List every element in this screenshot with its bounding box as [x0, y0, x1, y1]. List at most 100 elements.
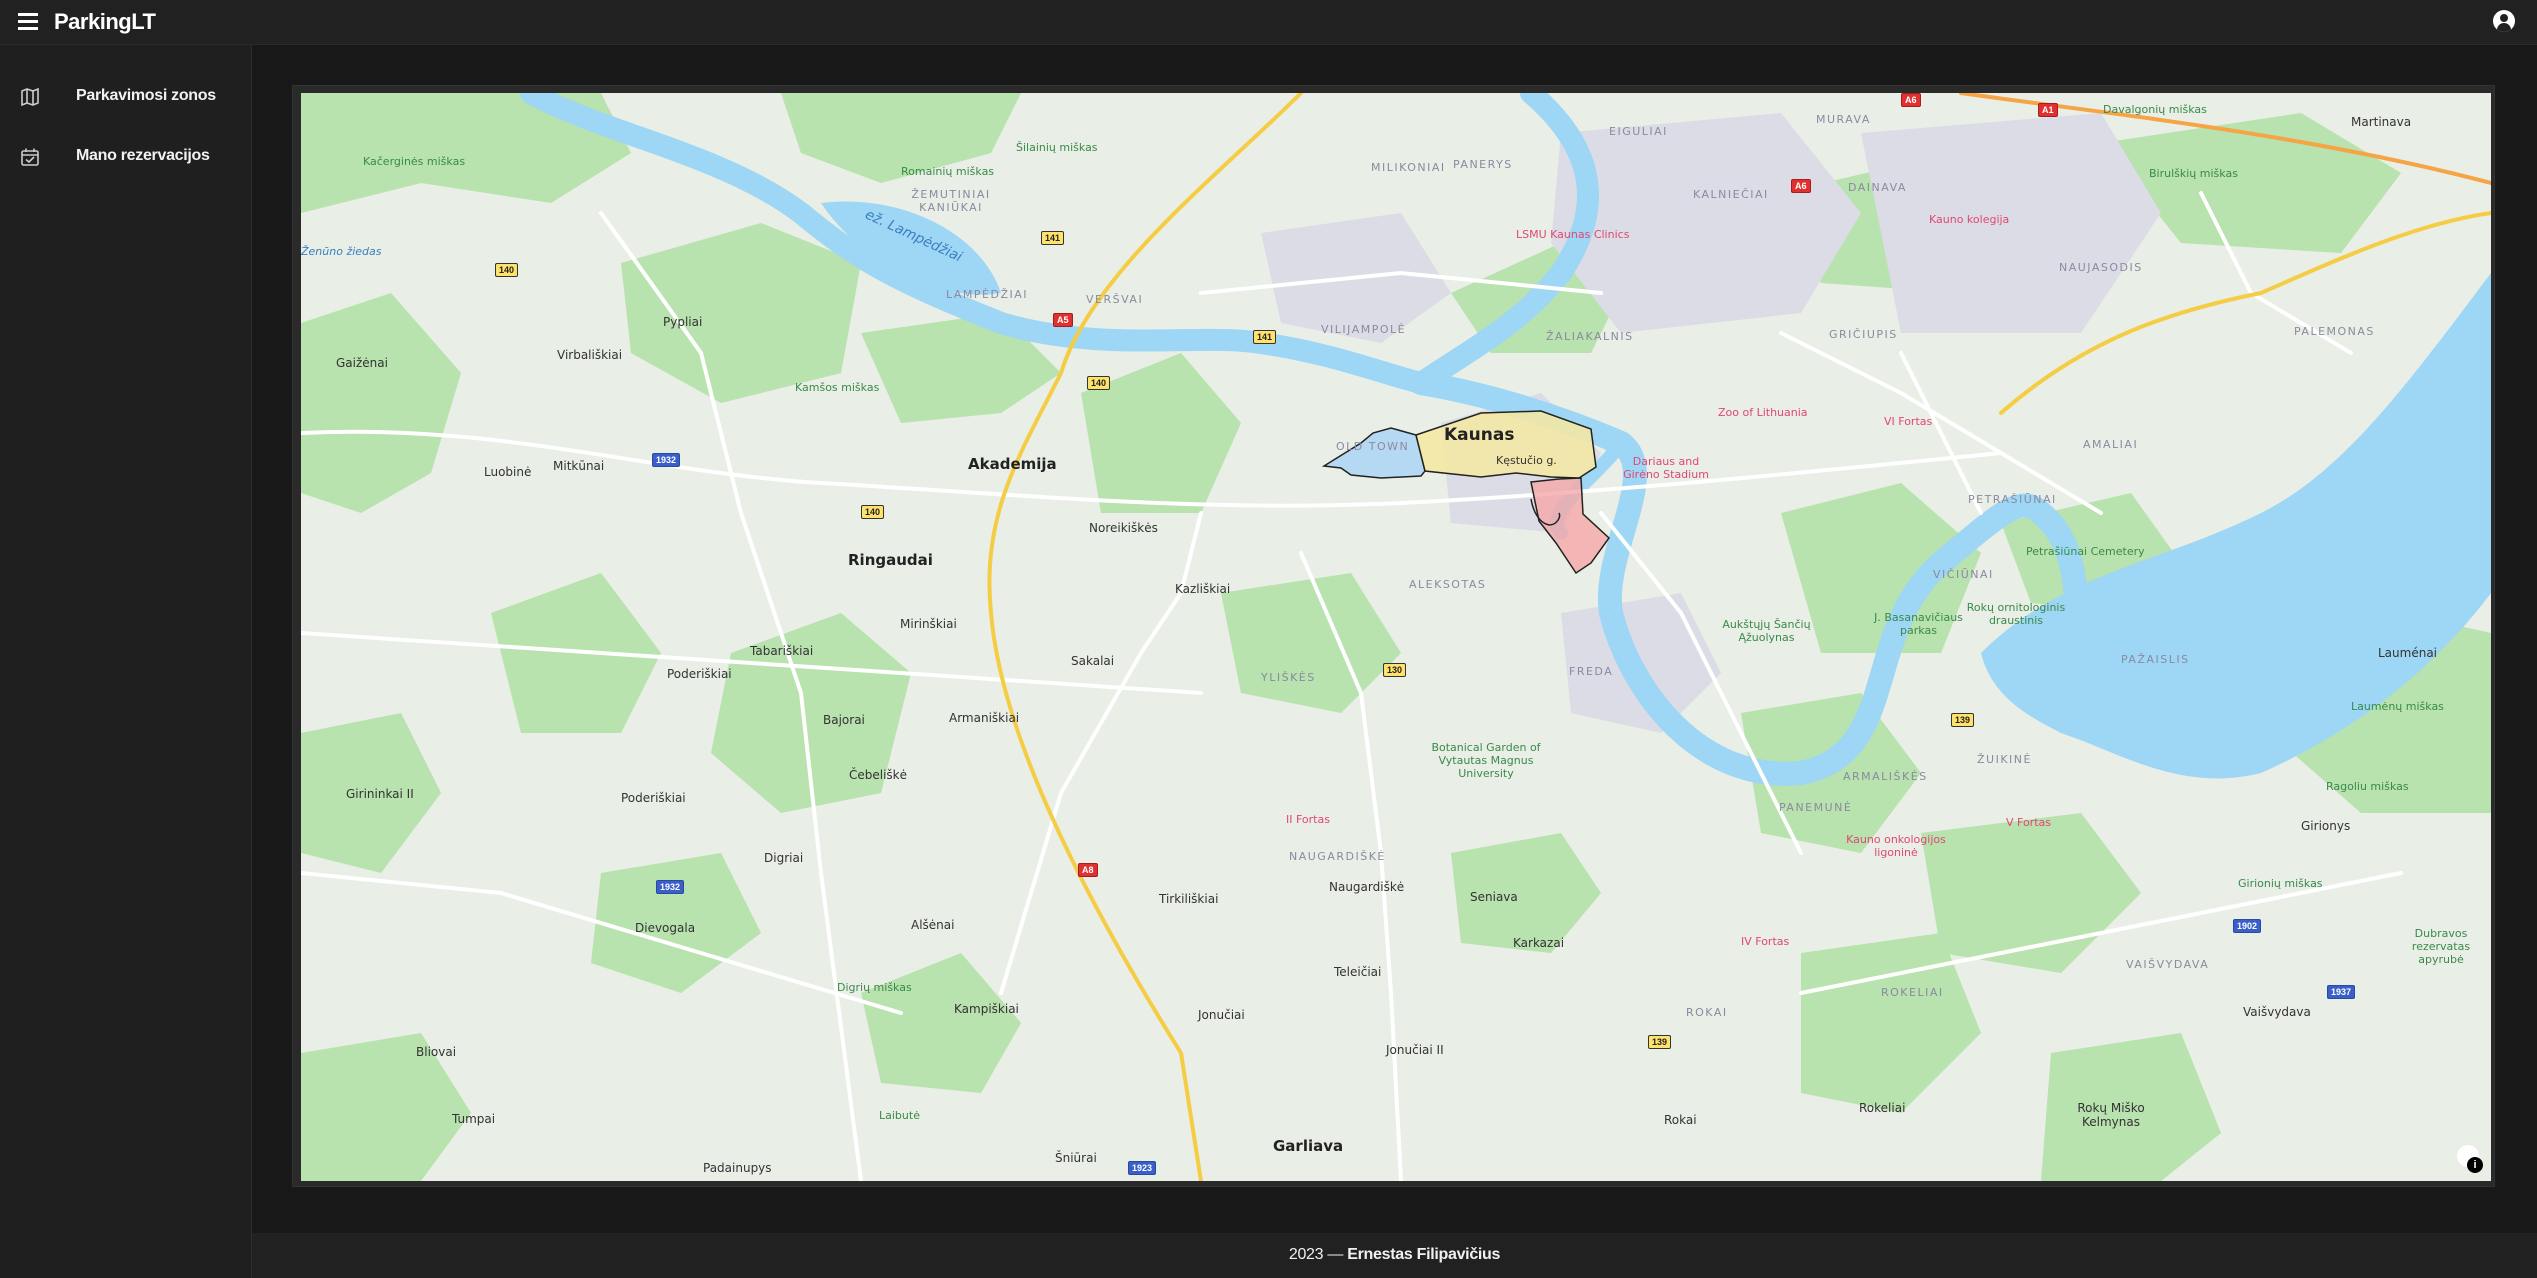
park-label: Davalgonių miškas	[2103, 103, 2207, 116]
park-label: Romainių miškas	[901, 165, 995, 178]
district-label: KALNIEČIAI	[1693, 188, 1769, 201]
map-label: Ringaudai	[848, 551, 933, 569]
district-label: GRIČIUPIS	[1829, 328, 1898, 341]
map-label: Armaniškiai	[949, 711, 1020, 725]
app-title[interactable]: ParkingLT	[54, 9, 156, 35]
map-label: Vaišvydava	[2243, 1005, 2311, 1019]
map-label: Poderiškiai	[667, 667, 732, 681]
poi-label: Kauno onkologijos ligoninė	[1846, 833, 1946, 859]
road-shield: 139	[1648, 1035, 1672, 1049]
sidebar: Parkavimosi zonos Mano rezervacijos	[0, 45, 252, 1278]
footer-year: 2023 —	[1288, 1246, 1344, 1263]
district-label: ROKAI	[1686, 1006, 1728, 1019]
account-icon[interactable]	[2493, 10, 2515, 32]
map-label: Mitkūnai	[553, 459, 605, 473]
water-label: Ženūno žiedas	[301, 245, 382, 258]
road-shield: 140	[495, 263, 519, 277]
district-label: PALEMONAS	[2294, 325, 2375, 338]
road-shield: 1937	[2327, 985, 2356, 999]
map-label: Luobinė	[484, 465, 532, 479]
park-label: Girionių miškas	[2238, 877, 2323, 890]
map-label: Teleičiai	[1334, 965, 1382, 979]
road-shield: 130	[1383, 663, 1407, 677]
park-label: Šilainių miškas	[1016, 141, 1098, 154]
park-label: Aukštųjų Šančių Ąžuolynas	[1722, 618, 1811, 644]
map-label: Martinava	[2351, 115, 2412, 129]
main-content: Kaunas Kęstučio g. OLD TOWN Akademija Ri…	[252, 45, 2537, 1233]
sidebar-item-label: Mano rezervacijos	[76, 147, 210, 164]
district-label: PANERYS	[1453, 158, 1513, 171]
menu-icon[interactable]	[18, 13, 38, 30]
poi-label: LSMU Kaunas Clinics	[1516, 228, 1630, 241]
map-label: Kazliškiai	[1175, 582, 1231, 596]
district-label: ŽALIAKALNIS	[1546, 330, 1634, 343]
map-label: Kampiškiai	[954, 1002, 1019, 1016]
footer-author: Ernestas Filipavičius	[1347, 1246, 1501, 1263]
map-label: Pypliai	[663, 315, 703, 329]
poi-label: Zoo of Lithuania	[1718, 406, 1808, 419]
map-label: Jonučiai II	[1386, 1043, 1444, 1057]
district-label: ROKELIAI	[1881, 986, 1944, 999]
map-label: Alšėnai	[911, 918, 955, 932]
park-label: Laumėnų miškas	[2351, 700, 2444, 713]
map-label: Rokeliai	[1859, 1101, 1906, 1115]
road-shield: 139	[1951, 713, 1975, 727]
district-label: LAMPĖDŽIAI	[946, 288, 1028, 301]
map-label: Bliovai	[416, 1045, 457, 1059]
road-shield: 140	[1087, 376, 1111, 390]
map-label: Dievogala	[635, 921, 696, 935]
map-label: Čebeliškė	[849, 768, 908, 782]
district-label: PAŽAISLIS	[2121, 653, 2190, 666]
park-label: Botanical Garden of Vytautas Magnus Univ…	[1431, 741, 1541, 780]
district-label: MILIKONIAI	[1371, 161, 1446, 174]
district-label: DAINAVA	[1848, 181, 1907, 194]
district-label: ŽUIKINĖ	[1977, 753, 2032, 766]
road-shield: A1	[2038, 103, 2058, 117]
poi-label: Dariaus and Girėno Stadium	[1623, 455, 1709, 481]
sidebar-item-my-reservations[interactable]: Mano rezervacijos	[0, 127, 251, 187]
park-label: Kamšos miškas	[795, 381, 880, 394]
park-label: Dubravos rezervatas apyrubė	[2411, 927, 2471, 966]
poi-label: VI Fortas	[1884, 415, 1933, 428]
road-shield: A6	[1791, 179, 1811, 193]
footer: 2023 — Ernestas Filipavičius	[252, 1233, 2537, 1278]
road-shield: 141	[1041, 231, 1065, 245]
road-shield: 1932	[652, 453, 681, 467]
district-label: EIGULIAI	[1609, 125, 1668, 138]
map-container: Kaunas Kęstučio g. OLD TOWN Akademija Ri…	[292, 85, 2495, 1187]
district-label: AMALIAI	[2083, 438, 2139, 451]
map-label: Tumpai	[452, 1112, 496, 1126]
road-shield: 1902	[2233, 919, 2262, 933]
district-label: VILIJAMPOLĖ	[1321, 323, 1407, 336]
map-label: Rokai	[1664, 1113, 1697, 1127]
district-label: NAUJASODIS	[2059, 261, 2143, 274]
map-label: Bajorai	[823, 713, 865, 727]
map-label: Girininkai II	[346, 787, 414, 801]
sidebar-item-parking-zones[interactable]: Parkavimosi zonos	[0, 67, 251, 127]
road-shield: A5	[1053, 313, 1073, 327]
park-label: Petrašiūnai Cemetery	[2026, 545, 2145, 558]
sidebar-item-label: Parkavimosi zonos	[76, 87, 216, 104]
district-label: VERŠVAI	[1086, 293, 1144, 306]
district-label: ALEKSOTAS	[1409, 578, 1487, 591]
top-app-bar: ParkingLT	[0, 0, 2537, 45]
district-label: ŽEMUTINIAI KANIŪKAI	[911, 188, 991, 214]
district-label: NAUGARDIŠKĖ	[1289, 850, 1386, 863]
park-label: Digrių miškas	[837, 981, 912, 994]
map-label: Padainupys	[703, 1161, 772, 1175]
district-label: VIČIŪNAI	[1933, 568, 1994, 581]
map-icon	[21, 87, 39, 107]
parking-map[interactable]: Kaunas Kęstučio g. OLD TOWN Akademija Ri…	[301, 93, 2491, 1181]
park-label: Birulškių miškas	[2149, 167, 2238, 180]
district-label: PANEMUNĖ	[1779, 801, 1853, 814]
map-label: Garliava	[1273, 1137, 1344, 1155]
map-label: Tirkiliškiai	[1159, 892, 1219, 906]
road-shield: 140	[861, 505, 885, 519]
road-shield: A6	[1901, 93, 1921, 107]
map-label: Sakalai	[1071, 654, 1115, 668]
map-label: Noreikiškės	[1089, 521, 1158, 535]
calendar-check-icon	[21, 148, 39, 166]
map-label: Karkazai	[1513, 936, 1565, 950]
info-icon[interactable]: i	[2467, 1157, 2483, 1173]
district-label: YLIŠKĖS	[1261, 671, 1316, 684]
